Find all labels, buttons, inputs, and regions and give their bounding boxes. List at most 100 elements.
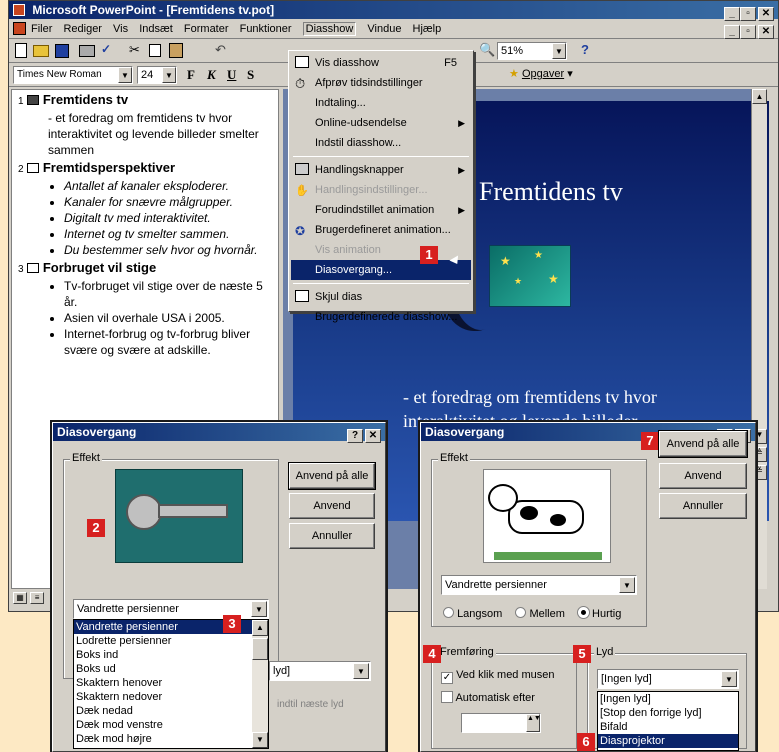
doc-close-button[interactable]: ✕ — [758, 25, 774, 39]
paste-icon[interactable] — [169, 43, 183, 58]
normal-view-icon[interactable]: ▦ — [13, 592, 27, 604]
step-badge-7: 7 — [641, 432, 659, 450]
list-item[interactable]: [Ingen lyd] — [598, 692, 738, 706]
dropdown-arrow-icon[interactable]: ▼ — [619, 577, 635, 593]
list-item[interactable]: Skaktern nedover — [74, 690, 268, 704]
opgaver-button[interactable]: ★ Opgaver ▾ — [509, 67, 573, 80]
menu-indsaet[interactable]: Indsæt — [139, 23, 173, 35]
list-scrollbar[interactable]: ▲ ▼ — [252, 620, 268, 748]
outline-bullets-3: Tv-forbruget vil stige over de næste 5 å… — [18, 278, 272, 358]
list-item[interactable]: Diasprojektor — [598, 734, 738, 748]
print-icon[interactable] — [79, 45, 95, 57]
menu-diasovergang[interactable]: Diasovergang... — [291, 260, 471, 280]
lyd-combo-partial[interactable]: lyd] ▼ — [269, 661, 371, 681]
list-item[interactable]: Skaktern henover — [74, 676, 268, 690]
italic-icon[interactable]: K — [207, 67, 216, 83]
lyd-list[interactable]: [Ingen lyd] [Stop den forrige lyd] Bifal… — [597, 691, 739, 751]
anvend-pa-alle-button[interactable]: Anvend på alle — [658, 430, 748, 458]
lyd-combo[interactable]: [Ingen lyd] ▼ — [597, 669, 739, 689]
menu-hjaelp[interactable]: Hjælp — [413, 23, 442, 35]
time-input[interactable]: ▲▼ — [461, 713, 541, 733]
undo-icon[interactable]: ↶ — [215, 42, 226, 58]
bullet: Tv-forbruget vil stige over de næste 5 å… — [64, 278, 272, 310]
menu-indstil-diasshow[interactable]: Indstil diasshow... — [291, 133, 471, 153]
zoom-combo[interactable]: 51% ▼ — [497, 42, 567, 60]
menu-diasshow[interactable]: Diasshow — [302, 22, 357, 36]
anvend-button[interactable]: Anvend — [659, 463, 747, 489]
doc-minimize-button[interactable]: _ — [724, 25, 740, 39]
outline-view-icon[interactable]: ≡ — [30, 592, 45, 604]
slide-icon — [27, 163, 40, 173]
list-item[interactable]: Dæk mod venstre — [74, 718, 268, 732]
menu-handlingsknapper[interactable]: Handlingsknapper ▶ — [291, 160, 471, 180]
anvend-pa-alle-button[interactable]: Anvend på alle — [288, 462, 376, 490]
menu-afprov-tidsindstillinger[interactable]: ⏱ Afprøv tidsindstillinger — [291, 73, 471, 93]
shadow-icon[interactable]: S — [247, 67, 254, 83]
bullet: Internet-forbrug og tv-forbrug bliver sv… — [64, 326, 272, 358]
spinner-icon[interactable]: ▲▼ — [526, 714, 541, 732]
dialog-diasovergang-left: Diasovergang ? ✕ Effekt 2 Anvend på alle … — [52, 422, 386, 752]
list-item[interactable]: Dæk mod højre — [74, 732, 268, 746]
step-badge-3: 3 — [223, 615, 241, 633]
menu-funktioner[interactable]: Funktioner — [240, 23, 292, 35]
effect-list[interactable]: Vandrette persienner Lodrette persienner… — [73, 619, 269, 749]
menu-separator — [293, 156, 469, 157]
open-icon[interactable] — [33, 45, 49, 57]
app-titlebar: Microsoft PowerPoint - [Fremtidens tv.po… — [9, 1, 778, 21]
submenu-arrow-icon: ▶ — [458, 165, 465, 175]
radio-hurtig[interactable]: Hurtig — [577, 607, 621, 620]
menu-filer[interactable]: Filer — [31, 23, 52, 35]
annuller-button[interactable]: Annuller — [289, 523, 375, 549]
dropdown-arrow-icon[interactable]: ▼ — [353, 663, 369, 679]
help-icon[interactable]: ? — [581, 42, 589, 57]
outline-body-1: - et foredrag om fremtidens tv hvor inte… — [48, 111, 259, 157]
dropdown-arrow-icon[interactable]: ▼ — [251, 601, 267, 617]
menu-brugerdefinerede-diasshow[interactable]: Brugerdefinerede diasshow... — [291, 307, 471, 327]
font-combo[interactable]: Times New Roman ▼ — [13, 66, 133, 84]
dropdown-arrow-icon[interactable]: ▼ — [721, 671, 737, 687]
checkbox-ved-klik[interactable]: ✓ Ved klik med musen — [441, 669, 555, 684]
dog-preview-image — [483, 469, 611, 563]
menu-brugerdefineret-animation[interactable]: ✪ Brugerdefineret animation... — [291, 220, 471, 240]
step-badge-2: 2 — [87, 519, 105, 537]
doc-restore-button[interactable]: ▫ — [740, 25, 756, 39]
menu-formater[interactable]: Formater — [184, 23, 229, 35]
cut-icon[interactable]: ✂ — [129, 42, 140, 58]
menu-vis-diasshow[interactable]: Vis diasshow F5 — [291, 53, 471, 73]
dialog-help-button[interactable]: ? — [347, 429, 363, 443]
underline-icon[interactable]: U — [227, 67, 236, 83]
save-icon[interactable] — [55, 44, 69, 58]
bold-icon[interactable]: F — [187, 67, 195, 83]
annuller-button[interactable]: Annuller — [659, 493, 747, 519]
menu-forudindstillet-animation[interactable]: Forudindstillet animation ▶ — [291, 200, 471, 220]
list-item[interactable]: Bifald — [598, 720, 738, 734]
menu-vis[interactable]: Vis — [113, 23, 128, 35]
menu-online-udsendelse[interactable]: Online-udsendelse ▶ — [291, 113, 471, 133]
font-value: Times New Roman — [17, 69, 102, 80]
hide-slide-icon — [295, 290, 309, 302]
menu-skjul-dias[interactable]: Skjul dias — [291, 287, 471, 307]
anvend-button[interactable]: Anvend — [289, 493, 375, 519]
bullet: Internet og tv smelter sammen. — [64, 226, 272, 242]
dialog-diasovergang-right: Diasovergang ?✕ Effekt 7 Anvend på alle … — [420, 422, 756, 752]
zoom-icon[interactable]: 🔍 — [479, 42, 495, 58]
submenu-arrow-icon: ▶ — [458, 205, 465, 215]
list-item[interactable]: Lodrette persienner — [74, 634, 268, 648]
list-item[interactable]: [Stop den forrige lyd] — [598, 706, 738, 720]
menu-separator — [293, 283, 469, 284]
effect-combo[interactable]: Vandrette persienner ▼ — [441, 575, 637, 595]
checkbox-automatisk[interactable]: Automatisk efter — [441, 691, 535, 704]
dialog-close-button[interactable]: ✕ — [365, 429, 381, 443]
menu-vindue[interactable]: Vindue — [367, 23, 401, 35]
menu-indtaling[interactable]: Indtaling... — [291, 93, 471, 113]
radio-langsom[interactable]: Langsom — [443, 607, 502, 620]
new-icon[interactable] — [15, 43, 27, 58]
radio-mellem[interactable]: Mellem — [515, 607, 565, 620]
list-item[interactable]: Boks ind — [74, 648, 268, 662]
menu-rediger[interactable]: Rediger — [63, 23, 102, 35]
spell-icon[interactable]: ✓ — [101, 42, 111, 56]
list-item[interactable]: Dæk nedad — [74, 704, 268, 718]
size-combo[interactable]: 24 ▼ — [137, 66, 177, 84]
copy-icon[interactable] — [149, 44, 161, 57]
list-item[interactable]: Boks ud — [74, 662, 268, 676]
